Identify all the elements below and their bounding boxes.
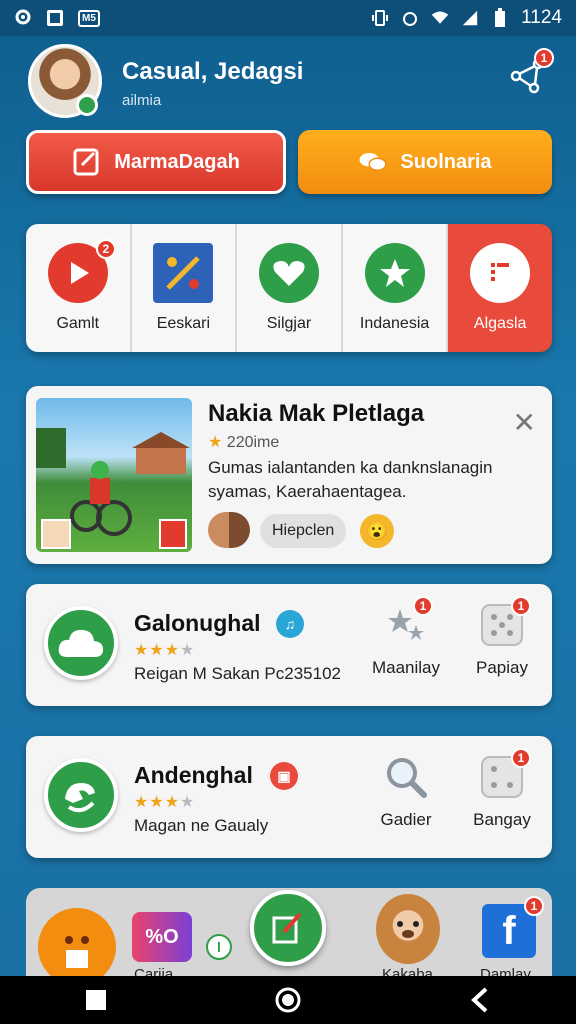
magnifier-icon <box>383 754 429 800</box>
star-icon <box>364 243 425 303</box>
vibrate-icon <box>371 9 389 27</box>
action-label: Bangay <box>473 810 531 829</box>
featured-description: Gumas ialantanden ka danknslanagin syama… <box>208 458 493 501</box>
app-action-bangay[interactable]: 1 Bangay <box>462 748 542 830</box>
app-meta: Magan ne Gaualy <box>134 816 269 835</box>
bear-icon[interactable] <box>376 894 440 964</box>
action-label: Papiay <box>476 658 528 677</box>
action-label: Gadier <box>380 810 432 829</box>
primary-cta-button[interactable]: MarmaDagah <box>26 130 286 194</box>
category-algasla[interactable]: Algasla <box>448 224 552 352</box>
category-label: Indanesia <box>359 315 430 332</box>
cloud-icon <box>44 606 118 680</box>
stars-icon: 1 <box>383 596 433 648</box>
action-badge: 1 <box>511 596 531 616</box>
app-rating: ★★★★ <box>134 794 196 811</box>
online-status-icon <box>76 94 98 116</box>
app-name: Andenghal <box>134 762 253 788</box>
gift-icon: ▣ <box>270 762 298 790</box>
location-icon <box>14 9 32 27</box>
star-icon: ★ <box>208 434 223 451</box>
profile-subtitle: ailmia <box>122 92 162 109</box>
signal-icon <box>461 9 479 27</box>
app-dock: %O Carija l Kakaba f 1 Damlay <box>26 888 552 988</box>
profile-header: Casual, Jedagsi ailmia 1 <box>24 42 554 122</box>
clock-time: 1124 <box>521 7 562 28</box>
tools-icon <box>153 243 214 303</box>
primary-cta-label: MarmaDagah <box>114 150 240 173</box>
category-row: 2 Gamlt Eeskari Silgjar Indanesia Algasl… <box>26 224 552 352</box>
home-button[interactable] <box>268 980 308 1020</box>
alarm-icon <box>401 9 419 27</box>
wifi-icon <box>431 9 449 27</box>
emoji-face-icon[interactable]: 😮 <box>360 514 394 548</box>
category-label: Algasla <box>473 315 527 332</box>
share-button[interactable]: 1 <box>508 48 554 100</box>
category-badge: 2 <box>95 239 116 259</box>
close-icon[interactable]: ✕ <box>513 406 536 439</box>
featured-card[interactable]: Nakia Mak Pletlaga ★ 220ime Gumas ialant… <box>26 386 552 564</box>
app-meta: Reigan M Sakan Pc235102 <box>134 664 341 683</box>
featured-rating-text: 220ime <box>226 434 280 451</box>
featured-image <box>36 398 192 552</box>
category-silgjar[interactable]: Silgjar <box>237 224 343 352</box>
featured-title: Nakia Mak Pletlaga <box>208 400 425 427</box>
clock-icon[interactable]: l <box>206 934 232 960</box>
category-indanesia[interactable]: Indanesia <box>342 224 449 352</box>
app-card[interactable]: Andenghal ▣ ★★★★ Magan ne Gaualy Gadier … <box>26 736 552 858</box>
battery-icon <box>491 8 509 27</box>
status-bar: M5 1124 <box>0 0 576 36</box>
dice-icon: 1 <box>479 596 531 648</box>
edit-note-icon <box>72 147 102 177</box>
app-card[interactable]: Galonughal ♫ ★★★★ Reigan M Sakan Pc23510… <box>26 584 552 706</box>
profile-name: Casual, Jedagsi <box>122 58 304 85</box>
category-eeskari[interactable]: Eeskari <box>131 224 238 352</box>
category-label: Gamlt <box>56 315 100 332</box>
secondary-cta-button[interactable]: Suolnaria <box>298 130 552 194</box>
tag-icon: M5 <box>78 9 100 27</box>
square-icon <box>46 9 64 27</box>
facebook-icon[interactable]: f 1 <box>482 896 544 958</box>
participant-avatars <box>208 512 250 548</box>
category-gamlt[interactable]: 2 Gamlt <box>26 224 132 352</box>
app-action-gadier[interactable]: Gadier <box>366 754 446 830</box>
featured-rating: ★ 220ime <box>208 432 279 452</box>
featured-chip[interactable]: Hiepclen <box>260 514 347 548</box>
action-label: Maanilay <box>371 658 441 677</box>
back-arrow-icon <box>471 987 488 1013</box>
share-notification-badge: 1 <box>534 48 554 68</box>
verified-icon: ♫ <box>276 610 304 638</box>
app-name: Galonughal <box>134 610 261 636</box>
app-action-papiay[interactable]: 1 Papiay <box>462 596 542 678</box>
recents-button[interactable] <box>76 980 116 1020</box>
tag-app-icon[interactable]: %O <box>132 912 192 962</box>
dice-icon: 1 <box>479 748 531 800</box>
square-icon <box>86 990 106 1010</box>
category-label: Eeskari <box>156 315 211 332</box>
action-badge: 1 <box>413 596 433 616</box>
play-icon: 2 <box>47 239 116 303</box>
app-rating: ★★★★ <box>134 642 196 659</box>
home-circle-icon <box>275 987 301 1013</box>
back-button[interactable] <box>460 980 500 1020</box>
action-badge: 1 <box>511 748 531 768</box>
category-label: Silgjar <box>266 315 312 332</box>
dock-badge: 1 <box>524 896 544 916</box>
cta-row: MarmaDagah Suolnaria <box>26 130 552 194</box>
chat-bubbles-icon <box>358 147 388 177</box>
heart-icon <box>258 243 319 303</box>
map-pin-icon <box>470 243 531 303</box>
check-edit-icon[interactable] <box>250 890 326 966</box>
app-action-maanilay[interactable]: 1 Maanilay <box>366 596 446 678</box>
secondary-cta-label: Suolnaria <box>400 150 492 173</box>
emoji-face-icon[interactable] <box>38 908 116 986</box>
chat-bird-icon <box>44 758 118 832</box>
system-nav-bar <box>0 976 576 1024</box>
